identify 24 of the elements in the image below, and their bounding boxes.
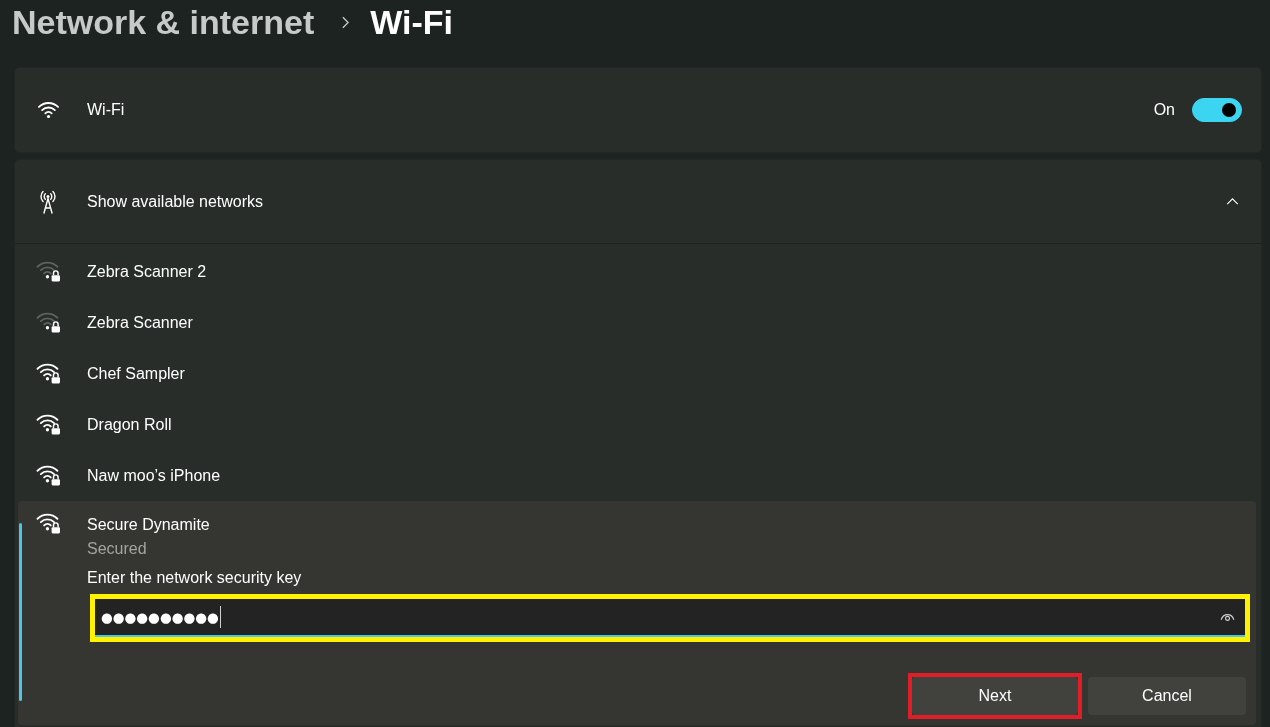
eye-icon[interactable] bbox=[1220, 612, 1235, 622]
wifi-label: Wi-Fi bbox=[87, 101, 125, 119]
network-item[interactable]: Naw moo’s iPhone bbox=[15, 450, 1261, 501]
field-label: Enter the network security key bbox=[87, 568, 302, 588]
wifi-icon bbox=[36, 101, 61, 119]
network-item[interactable]: Dragon Roll bbox=[15, 399, 1261, 450]
network-status: Secured bbox=[87, 539, 147, 559]
network-item[interactable]: Zebra Scanner bbox=[15, 297, 1261, 348]
page-title: Wi-Fi bbox=[370, 2, 454, 42]
chevron-right-icon bbox=[342, 15, 350, 29]
password-field[interactable]: ●●●●●●●●●● bbox=[95, 599, 1245, 637]
network-item[interactable]: Chef Sampler bbox=[15, 348, 1261, 399]
breadcrumb-link[interactable]: Network & internet bbox=[12, 2, 315, 42]
network-name: Secure Dynamite bbox=[87, 515, 210, 535]
antenna-icon bbox=[40, 189, 56, 214]
text-cursor-icon bbox=[219, 606, 221, 628]
network-item[interactable]: Zebra Scanner 2 bbox=[15, 246, 1261, 297]
chevron-up-icon[interactable] bbox=[1226, 198, 1239, 205]
cancel-button[interactable]: Cancel bbox=[1088, 677, 1246, 715]
panel-title: Show available networks bbox=[87, 192, 264, 211]
network-item[interactable]: Secure Dynamite Secured Enter the network security key ●●●●●●●●●● Next Cancel bbox=[18, 501, 1256, 725]
wifi-toggle[interactable] bbox=[1192, 98, 1242, 122]
toggle-state-label: On bbox=[1153, 101, 1175, 119]
next-button[interactable]: Next bbox=[912, 677, 1078, 715]
